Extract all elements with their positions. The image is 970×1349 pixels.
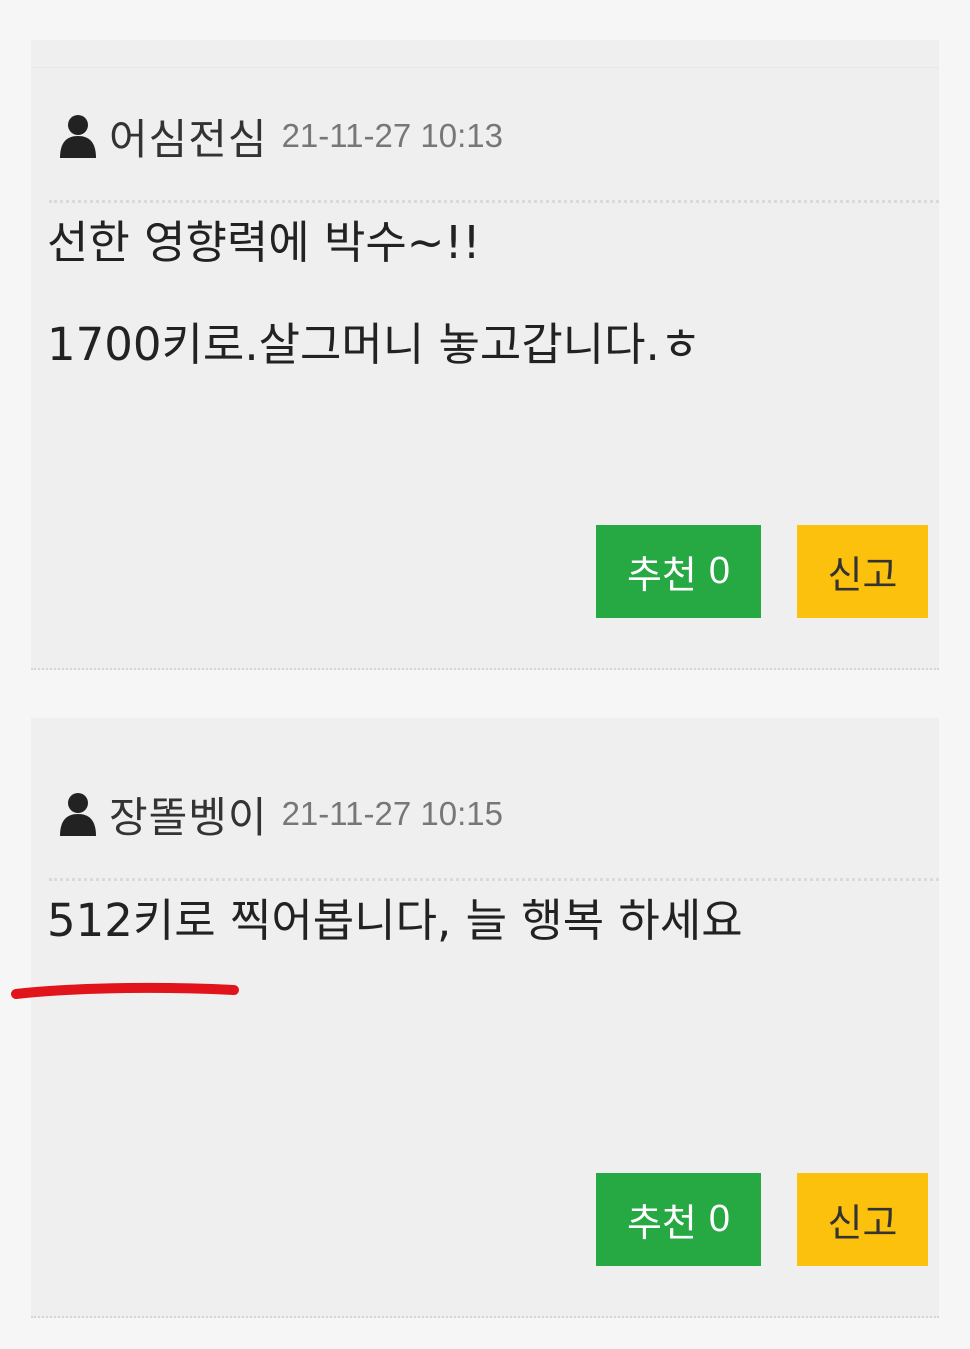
recommend-count: 0 (708, 550, 731, 592)
comment-author[interactable]: 장똘벵이 (109, 784, 268, 845)
recommend-button[interactable]: 추천 0 (596, 525, 761, 618)
comment-author[interactable]: 어심전심 (109, 106, 268, 167)
comment-body: 선한 영향력에 박수~!! 1700키로.살그머니 놓고갑니다.ㅎ (47, 218, 919, 422)
recommend-button[interactable]: 추천 0 (596, 1173, 761, 1266)
divider (49, 878, 939, 881)
user-icon (59, 114, 97, 158)
comment-header: 장똘벵이 21-11-27 10:15 (59, 784, 503, 844)
comment-text-line: 512키로 찍어봅니다, 늘 행복 하세요 (47, 894, 743, 947)
report-button[interactable]: 신고 (797, 1173, 928, 1266)
divider (49, 200, 939, 203)
report-label: 신고 (827, 553, 898, 597)
recommend-label: 추천 (626, 553, 697, 597)
comment-timestamp: 21-11-27 10:15 (281, 795, 503, 832)
report-button[interactable]: 신고 (797, 525, 928, 618)
recommend-count: 0 (708, 1198, 731, 1240)
user-icon (59, 792, 97, 836)
report-label: 신고 (827, 1201, 898, 1245)
red-underline-annotation (11, 982, 239, 999)
card-border (31, 67, 939, 68)
comment-header: 어심전심 21-11-27 10:13 (59, 106, 503, 166)
comment-timestamp: 21-11-27 10:13 (281, 117, 503, 154)
comment-text-line: 1700키로.살그머니 놓고갑니다.ㅎ (47, 318, 702, 371)
recommend-label: 추천 (626, 1201, 697, 1245)
comment-card: 장똘벵이 21-11-27 10:15 512키로 찍어봅니다, 늘 행복 하세… (31, 718, 939, 1318)
comment-text-line: 선한 영향력에 박수~!! (47, 216, 481, 269)
comment-card: 어심전심 21-11-27 10:13 선한 영향력에 박수~!! 1700키로… (31, 40, 939, 670)
